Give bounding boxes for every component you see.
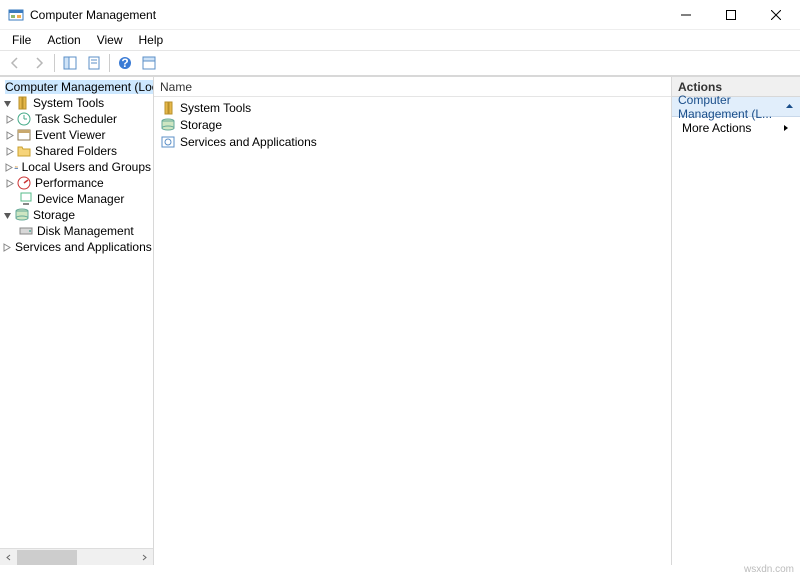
list-item-label: System Tools bbox=[180, 101, 251, 115]
window-controls bbox=[663, 1, 798, 29]
toolbar-divider bbox=[109, 54, 110, 72]
forward-button[interactable] bbox=[28, 52, 50, 74]
tree-shared-folders[interactable]: Shared Folders bbox=[0, 143, 153, 159]
menu-file[interactable]: File bbox=[4, 31, 39, 49]
list-header[interactable]: Name bbox=[154, 77, 671, 97]
tree-disk-management[interactable]: Disk Management bbox=[0, 223, 153, 239]
disk-icon bbox=[18, 223, 34, 239]
tree-event-viewer[interactable]: Event Viewer bbox=[0, 127, 153, 143]
chevron-right-icon bbox=[782, 121, 790, 135]
tree-label: Performance bbox=[35, 176, 104, 190]
tree-storage[interactable]: Storage bbox=[0, 207, 153, 223]
tree-label: Local Users and Groups bbox=[22, 160, 151, 174]
horizontal-scrollbar[interactable] bbox=[0, 548, 153, 565]
tree-pane: Computer Management (Local System Tools … bbox=[0, 77, 154, 565]
expander-closed-icon[interactable] bbox=[2, 242, 11, 253]
tree-label: Device Manager bbox=[37, 192, 124, 206]
tree-label: Task Scheduler bbox=[35, 112, 117, 126]
expander-open-icon[interactable] bbox=[2, 210, 13, 221]
tree-label: Disk Management bbox=[37, 224, 134, 238]
expander-closed-icon[interactable] bbox=[4, 130, 15, 141]
expander-closed-icon[interactable] bbox=[4, 162, 13, 173]
scrollbar-thumb[interactable] bbox=[17, 550, 77, 565]
tree-device-manager[interactable]: Device Manager bbox=[0, 191, 153, 207]
clock-icon bbox=[16, 111, 32, 127]
performance-icon bbox=[16, 175, 32, 191]
storage-icon bbox=[14, 207, 30, 223]
tree-local-users[interactable]: Local Users and Groups bbox=[0, 159, 153, 175]
tree-performance[interactable]: Performance bbox=[0, 175, 153, 191]
actions-item-label: More Actions bbox=[682, 121, 751, 135]
menu-action[interactable]: Action bbox=[39, 31, 88, 49]
list-pane: Name System Tools Storage Services and A… bbox=[154, 77, 672, 565]
menubar: File Action View Help bbox=[0, 30, 800, 50]
tree-label: System Tools bbox=[33, 96, 104, 110]
toolbar-divider bbox=[54, 54, 55, 72]
column-name[interactable]: Name bbox=[160, 80, 192, 94]
list-item[interactable]: Services and Applications bbox=[160, 133, 665, 150]
tree-root[interactable]: Computer Management (Local bbox=[0, 79, 153, 95]
watermark: wsxdn.com bbox=[744, 564, 794, 575]
minimize-button[interactable] bbox=[663, 1, 708, 29]
svg-text:?: ? bbox=[121, 56, 128, 70]
list-item[interactable]: System Tools bbox=[160, 99, 665, 116]
shared-folders-icon bbox=[16, 143, 32, 159]
tree-label: Storage bbox=[33, 208, 75, 222]
list-body[interactable]: System Tools Storage Services and Applic… bbox=[154, 97, 671, 152]
event-viewer-icon bbox=[16, 127, 32, 143]
titlebar: Computer Management bbox=[0, 0, 800, 30]
expander-closed-icon[interactable] bbox=[4, 114, 15, 125]
window-title: Computer Management bbox=[30, 8, 663, 22]
system-tools-icon bbox=[160, 100, 176, 116]
show-hide-tree-button[interactable] bbox=[59, 52, 81, 74]
menu-help[interactable]: Help bbox=[131, 31, 172, 49]
help-button[interactable]: ? bbox=[114, 52, 136, 74]
tree-services-apps[interactable]: Services and Applications bbox=[0, 239, 153, 255]
toolbar: ? bbox=[0, 50, 800, 76]
tree-label: Computer Management (Local bbox=[5, 80, 154, 94]
actions-section[interactable]: Computer Management (L... bbox=[672, 97, 800, 117]
expander-closed-icon[interactable] bbox=[4, 178, 15, 189]
actions-pane: Actions Computer Management (L... More A… bbox=[672, 77, 800, 565]
close-button[interactable] bbox=[753, 1, 798, 29]
tree-system-tools[interactable]: System Tools bbox=[0, 95, 153, 111]
list-item[interactable]: Storage bbox=[160, 116, 665, 133]
tree-task-scheduler[interactable]: Task Scheduler bbox=[0, 111, 153, 127]
scroll-left-button[interactable] bbox=[0, 549, 17, 566]
list-item-label: Storage bbox=[180, 118, 222, 132]
storage-icon bbox=[160, 117, 176, 133]
services-icon bbox=[160, 134, 176, 150]
tree-label: Event Viewer bbox=[35, 128, 105, 142]
scrollbar-track[interactable] bbox=[17, 549, 136, 566]
users-icon bbox=[14, 159, 19, 175]
collapse-icon bbox=[785, 100, 794, 114]
app-icon bbox=[8, 7, 24, 23]
scroll-right-button[interactable] bbox=[136, 549, 153, 566]
expander-closed-icon[interactable] bbox=[4, 146, 15, 157]
device-manager-icon bbox=[18, 191, 34, 207]
tree-label: Services and Applications bbox=[15, 240, 152, 254]
list-item-label: Services and Applications bbox=[180, 135, 317, 149]
back-button[interactable] bbox=[4, 52, 26, 74]
properties-button[interactable] bbox=[83, 52, 105, 74]
actions-more[interactable]: More Actions bbox=[672, 117, 800, 139]
refresh-button[interactable] bbox=[138, 52, 160, 74]
content-area: Computer Management (Local System Tools … bbox=[0, 76, 800, 565]
menu-view[interactable]: View bbox=[89, 31, 131, 49]
maximize-button[interactable] bbox=[708, 1, 753, 29]
navigation-tree[interactable]: Computer Management (Local System Tools … bbox=[0, 77, 153, 548]
tree-label: Shared Folders bbox=[35, 144, 117, 158]
system-tools-icon bbox=[14, 95, 30, 111]
expander-open-icon[interactable] bbox=[2, 98, 13, 109]
